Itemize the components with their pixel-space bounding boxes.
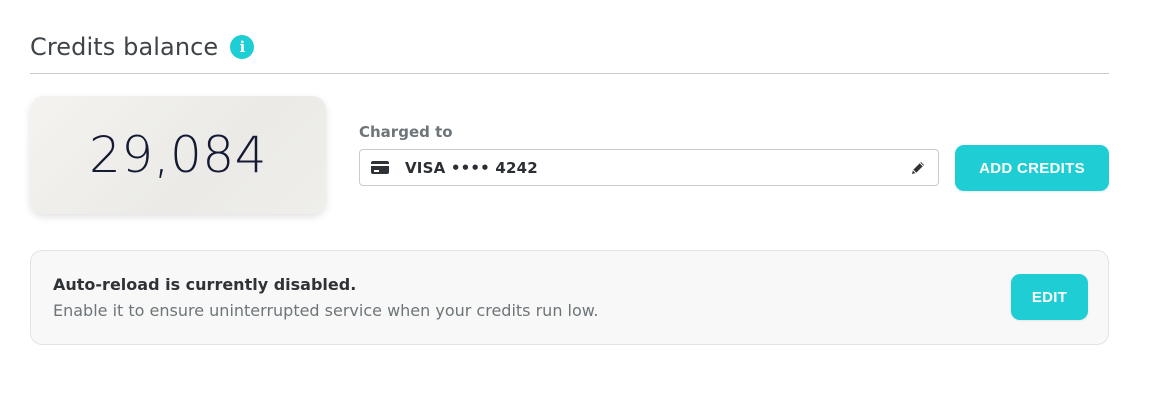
auto-reload-description: Enable it to ensure uninterrupted servic… <box>53 301 599 320</box>
info-icon[interactable]: i <box>230 35 255 59</box>
page-title: Credits balance <box>30 33 219 61</box>
pencil-icon[interactable] <box>909 159 927 177</box>
balance-card: 29,084 <box>30 96 326 214</box>
charged-to-label: Charged to <box>359 123 453 141</box>
credits-balance-value: 29,084 <box>89 126 267 184</box>
payment-card-text: VISA •••• 4242 <box>405 158 538 177</box>
payment-method-field[interactable]: VISA •••• 4242 <box>359 149 939 186</box>
credit-card-icon <box>371 161 389 174</box>
add-credits-button[interactable]: ADD CREDITS <box>955 145 1109 191</box>
credits-header: Credits balance i <box>30 30 1109 74</box>
auto-reload-panel: Auto-reload is currently disabled. Enabl… <box>30 250 1109 345</box>
auto-reload-status: Auto-reload is currently disabled. <box>53 275 357 294</box>
edit-auto-reload-button[interactable]: EDIT <box>1011 274 1088 320</box>
credits-page: Credits balance i 29,084 Charged to VISA… <box>0 0 1175 417</box>
